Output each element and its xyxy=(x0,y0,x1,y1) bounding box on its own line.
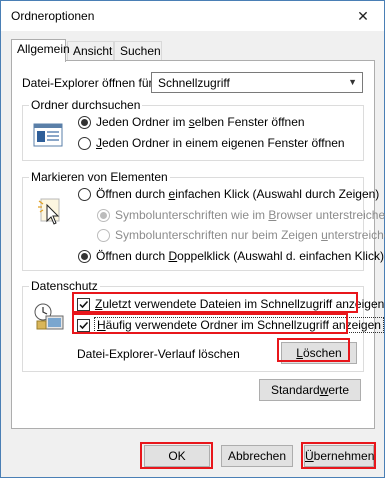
browse-folders-group: Ordner durchsuchen Jeden Ordner im selbe… xyxy=(22,98,364,161)
pointer-click-icon xyxy=(35,195,65,230)
highlight-recent-files xyxy=(72,292,358,313)
radio-underline-hover-label: Symbolunterschriften nur beim Zeigen unt… xyxy=(115,228,385,242)
cancel-button-label: Abbrechen xyxy=(227,449,287,463)
highlight-ok-button xyxy=(140,442,213,469)
click-group-title: Markieren von Elementen xyxy=(29,170,170,184)
clear-history-label: Datei-Explorer-Verlauf löschen xyxy=(77,347,240,361)
title-bar: Ordneroptionen ✕ xyxy=(1,1,384,31)
privacy-group-title: Datenschutz xyxy=(29,279,100,293)
privacy-clock-icon xyxy=(33,301,65,334)
tab-panel-allgemein: Datei-Explorer öffnen für: Schnellzugrif… xyxy=(11,60,385,429)
radio-double-click[interactable] xyxy=(78,250,91,263)
browse-group-title: Ordner durchsuchen xyxy=(29,98,143,112)
folder-options-dialog: Ordneroptionen ✕ Allgemein Ansicht Suche… xyxy=(0,0,385,478)
radio-own-window[interactable] xyxy=(78,137,91,150)
folder-window-icon xyxy=(33,123,63,150)
tab-label: Suchen xyxy=(120,44,161,58)
radio-single-click-label: Öffnen durch einfachen Klick (Auswahl du… xyxy=(96,187,380,201)
radio-same-window-label: Jeden Ordner im selben Fenster öffnen xyxy=(96,115,305,129)
explorer-open-value: Schnellzugriff xyxy=(158,76,230,90)
highlight-clear-button xyxy=(277,338,350,362)
radio-underline-browser xyxy=(97,209,110,222)
tab-allgemein[interactable]: Allgemein xyxy=(11,39,70,62)
radio-double-click-label: Öffnen durch Doppelklick (Auswahl d. ein… xyxy=(96,249,384,263)
radio-single-click[interactable] xyxy=(78,188,91,201)
restore-defaults-label: Standardwerte xyxy=(270,383,350,397)
window-title: Ordneroptionen xyxy=(11,9,95,23)
highlight-frequent-folders xyxy=(72,313,348,334)
click-items-group: Markieren von Elementen Öffnen durch ein… xyxy=(22,170,385,271)
cancel-button[interactable]: Abbrechen xyxy=(221,445,293,467)
tab-label: Allgemein xyxy=(17,42,70,56)
radio-own-window-label: Jeden Ordner in einem eigenen Fenster öf… xyxy=(96,136,345,150)
chevron-down-icon: ▼ xyxy=(348,77,357,87)
restore-defaults-button[interactable]: Standardwerte xyxy=(259,379,361,401)
close-icon: ✕ xyxy=(357,7,369,24)
tab-suchen[interactable]: Suchen xyxy=(114,41,162,61)
radio-underline-browser-label: Symbolunterschriften wie im Browser unte… xyxy=(115,208,385,222)
tab-ansicht[interactable]: Ansicht xyxy=(67,41,114,61)
tab-label: Ansicht xyxy=(73,44,113,58)
radio-same-window[interactable] xyxy=(78,116,91,129)
explorer-open-label: Datei-Explorer öffnen für: xyxy=(22,76,156,90)
explorer-open-select[interactable]: Schnellzugriff ▼ xyxy=(151,72,363,93)
highlight-apply-button xyxy=(301,442,376,469)
close-button[interactable]: ✕ xyxy=(342,1,384,31)
radio-underline-hover xyxy=(97,229,110,242)
